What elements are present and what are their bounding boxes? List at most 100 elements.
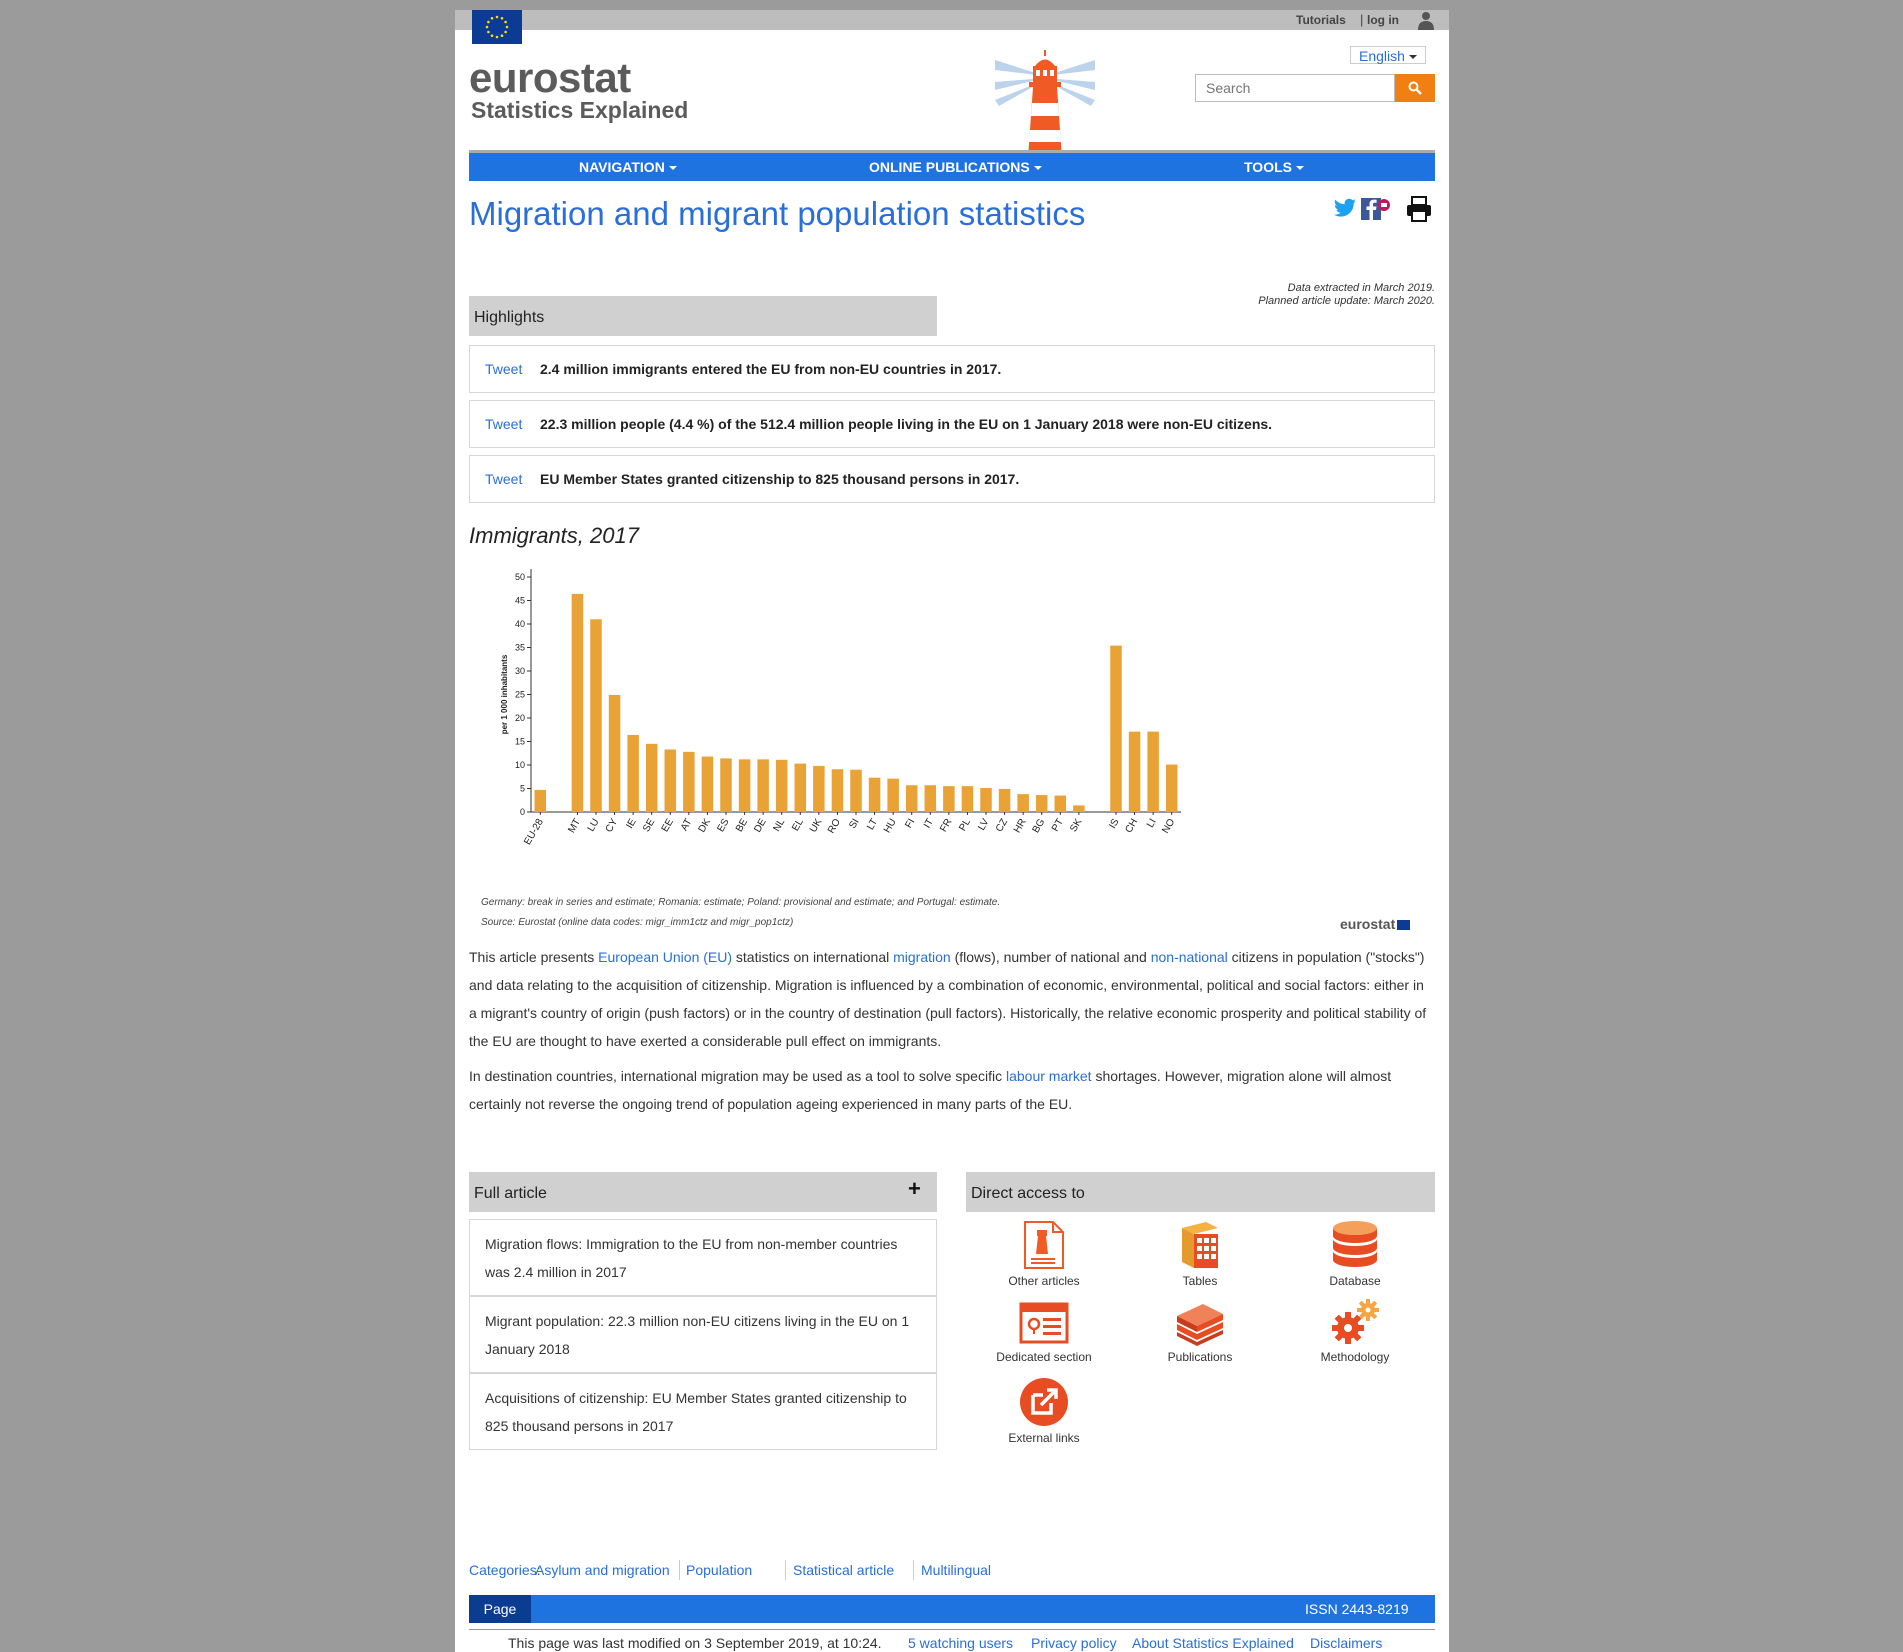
full-article-link[interactable]: Acquisitions of citizenship: EU Member S… bbox=[469, 1373, 937, 1450]
eurostat-logo[interactable]: eurostat bbox=[469, 54, 631, 102]
user-icon[interactable] bbox=[1417, 11, 1435, 30]
direct-label: Other articles bbox=[1008, 1274, 1080, 1288]
category-link[interactable]: Multilingual bbox=[921, 1562, 991, 1578]
chart-bar bbox=[1128, 731, 1141, 812]
x-tick-label: CY bbox=[604, 817, 621, 835]
direct-methodology[interactable]: Methodology bbox=[1295, 1298, 1415, 1364]
nav-navigation[interactable]: NAVIGATION bbox=[579, 159, 677, 175]
chart-bar bbox=[813, 765, 825, 812]
link-migration[interactable]: migration bbox=[893, 949, 951, 965]
nav-tools[interactable]: TOOLS bbox=[1244, 159, 1304, 175]
chart-bar bbox=[627, 734, 639, 812]
y-tick-label: 25 bbox=[515, 690, 525, 700]
search-input[interactable] bbox=[1195, 74, 1395, 102]
full-article-link[interactable]: Migrant population: 22.3 million non-EU … bbox=[469, 1296, 937, 1373]
eu-flag-icon bbox=[1397, 920, 1411, 931]
category-separator bbox=[785, 1560, 786, 1580]
category-link[interactable]: Asylum and migration bbox=[535, 1562, 670, 1578]
page-tab[interactable]: Page bbox=[469, 1595, 531, 1623]
highlight-text: EU Member States granted citizenship to … bbox=[540, 471, 1020, 487]
expand-plus-icon[interactable]: + bbox=[908, 1176, 921, 1202]
x-tick-label: IT bbox=[922, 817, 936, 830]
chart-bar bbox=[534, 789, 547, 812]
tweet-link[interactable]: Tweet bbox=[485, 471, 522, 487]
chart-bar bbox=[757, 759, 769, 812]
x-tick-label: NL bbox=[771, 817, 787, 834]
chart-bar bbox=[1147, 731, 1159, 812]
direct-other-articles[interactable]: Other articles bbox=[984, 1220, 1104, 1288]
x-tick-label: BE bbox=[734, 817, 750, 834]
y-tick-label: 15 bbox=[515, 737, 525, 747]
direct-publications[interactable]: Publications bbox=[1140, 1300, 1260, 1364]
y-tick-label: 40 bbox=[515, 619, 525, 629]
about-link[interactable]: About Statistics Explained bbox=[1132, 1635, 1294, 1651]
nav-online-publications-label: ONLINE PUBLICATIONS bbox=[869, 159, 1030, 175]
x-tick-label: RO bbox=[826, 817, 843, 836]
y-tick-label: 5 bbox=[520, 784, 525, 794]
x-tick-label: SE bbox=[641, 817, 657, 834]
intro-paragraph-1: This article presents European Union (EU… bbox=[469, 943, 1435, 1055]
y-tick-label: 0 bbox=[520, 807, 525, 817]
nav-online-publications[interactable]: ONLINE PUBLICATIONS bbox=[869, 159, 1042, 175]
highlights-heading: Highlights bbox=[469, 296, 937, 336]
facebook-icon[interactable] bbox=[1361, 196, 1391, 222]
chart-bar bbox=[831, 769, 844, 812]
x-tick-label: UK bbox=[808, 817, 825, 835]
tutorials-link[interactable]: Tutorials bbox=[1296, 13, 1346, 27]
chart-eurostat-logo: eurostat bbox=[1340, 916, 1411, 932]
x-tick-label: SK bbox=[1068, 817, 1084, 834]
chart-bar bbox=[571, 593, 584, 812]
direct-tables[interactable]: Tables bbox=[1140, 1220, 1260, 1288]
link-non-national[interactable]: non-national bbox=[1151, 949, 1228, 965]
disclaimers-link[interactable]: Disclaimers bbox=[1310, 1635, 1382, 1651]
link-labour-market[interactable]: labour market bbox=[1006, 1068, 1092, 1084]
page-container: Tutorials | log in eurostat Statistics E… bbox=[455, 10, 1449, 1652]
categories-label[interactable]: Categories: bbox=[469, 1562, 541, 1578]
x-tick-label: MT bbox=[566, 817, 583, 835]
twitter-icon[interactable] bbox=[1333, 198, 1357, 220]
x-tick-label: LV bbox=[976, 817, 991, 833]
chart-bar bbox=[738, 759, 751, 812]
statistics-explained-logo[interactable]: Statistics Explained bbox=[471, 97, 688, 124]
other-articles-icon bbox=[1024, 1221, 1064, 1269]
chart-bar bbox=[1110, 645, 1122, 812]
x-tick-label: HR bbox=[1012, 817, 1029, 835]
link-european-union[interactable]: European Union (EU) bbox=[598, 949, 732, 965]
x-tick-label: CZ bbox=[994, 817, 1010, 834]
tweet-link[interactable]: Tweet bbox=[485, 361, 522, 377]
x-tick-label: DK bbox=[697, 817, 714, 835]
direct-label: Database bbox=[1329, 1274, 1381, 1288]
x-tick-label: PL bbox=[957, 817, 973, 833]
tweet-link[interactable]: Tweet bbox=[485, 416, 522, 432]
watching-users-link[interactable]: 5 watching users bbox=[908, 1635, 1013, 1651]
external-links-icon bbox=[1020, 1378, 1068, 1426]
full-article-heading[interactable]: Full article bbox=[469, 1172, 937, 1212]
nav-navigation-label: NAVIGATION bbox=[579, 159, 665, 175]
direct-external-links[interactable]: External links bbox=[984, 1377, 1104, 1445]
print-icon[interactable] bbox=[1405, 196, 1433, 222]
chart-bar bbox=[645, 743, 658, 812]
planned-update-text: Planned article update: March 2020. bbox=[1258, 295, 1435, 307]
y-tick-label: 20 bbox=[515, 713, 525, 723]
search-button[interactable] bbox=[1395, 74, 1435, 102]
category-link[interactable]: Population bbox=[686, 1562, 752, 1578]
language-select[interactable]: English bbox=[1350, 46, 1426, 64]
chart-bar bbox=[943, 786, 955, 812]
login-link[interactable]: log in bbox=[1367, 13, 1399, 27]
x-tick-label: EE bbox=[660, 817, 676, 834]
full-article-link[interactable]: Migration flows: Immigration to the EU f… bbox=[469, 1219, 937, 1296]
direct-database[interactable]: Database bbox=[1295, 1220, 1415, 1288]
methodology-icon bbox=[1332, 1299, 1379, 1344]
chevron-down-icon bbox=[668, 166, 677, 171]
privacy-policy-link[interactable]: Privacy policy bbox=[1031, 1635, 1117, 1651]
eu-flag-icon[interactable] bbox=[472, 10, 522, 44]
tables-icon bbox=[1182, 1222, 1218, 1268]
chart-bar bbox=[998, 788, 1011, 812]
y-axis-label: per 1 000 inhabitants bbox=[500, 654, 509, 734]
x-tick-label: HU bbox=[882, 817, 899, 835]
y-tick-label: 50 bbox=[515, 572, 525, 582]
category-link[interactable]: Statistical article bbox=[793, 1562, 894, 1578]
direct-dedicated-section[interactable]: Dedicated section bbox=[984, 1300, 1104, 1364]
footer-rule bbox=[469, 1629, 1435, 1630]
x-tick-label: EU-28 bbox=[522, 817, 546, 847]
